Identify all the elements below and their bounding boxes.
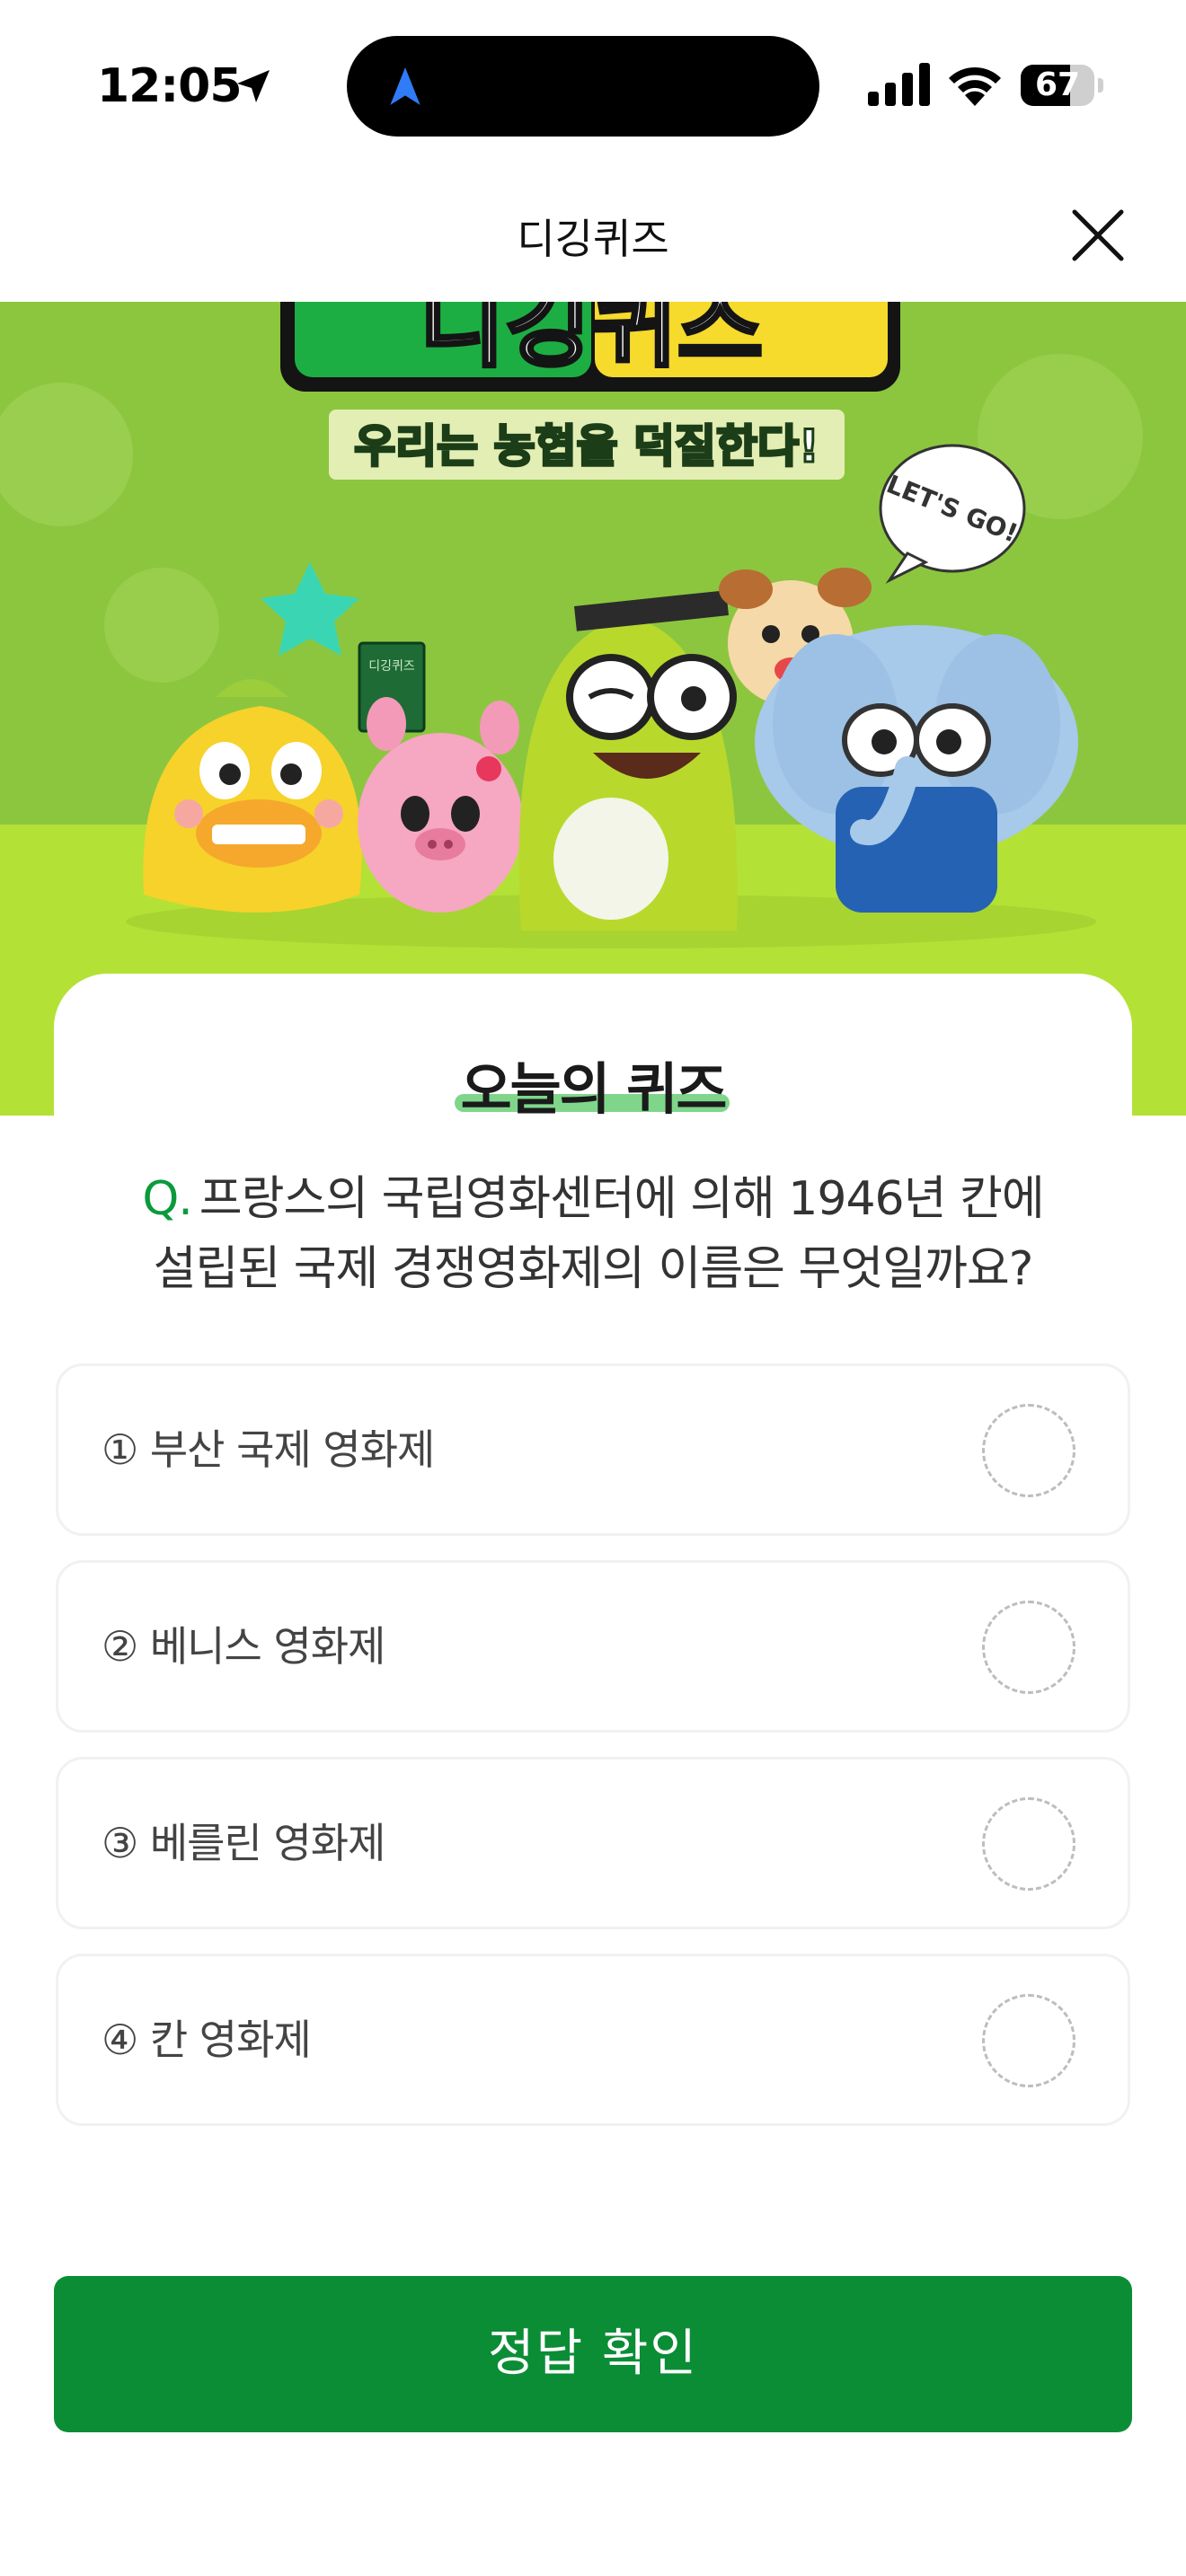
answer-option-label: ③ 베를린 영화제 bbox=[102, 1819, 385, 1867]
quiz-question: Q. 프랑스의 국립영화센터에 의해 1946년 칸에 설립된 국제 경쟁영화제의… bbox=[90, 1164, 1096, 1304]
signal-icon bbox=[868, 63, 930, 106]
radio-button[interactable] bbox=[982, 1797, 1075, 1891]
question-line-1: Q. 프랑스의 국립영화센터에 의해 1946년 칸에 bbox=[90, 1164, 1096, 1234]
answer-option-3[interactable]: ③ 베를린 영화제 bbox=[56, 1757, 1130, 1929]
answer-option-label: ① 부산 국제 영화제 bbox=[102, 1425, 435, 1474]
battery-icon: 67 bbox=[1021, 65, 1103, 106]
page-title: 디깅퀴즈 bbox=[517, 215, 669, 263]
battery-level: 67 bbox=[1034, 66, 1081, 103]
answer-option-4[interactable]: ④ 칸 영화제 bbox=[56, 1954, 1130, 2126]
radio-button[interactable] bbox=[982, 1404, 1075, 1497]
navigation-icon bbox=[390, 67, 420, 105]
dynamic-island bbox=[347, 36, 819, 137]
wifi-icon bbox=[949, 66, 1001, 106]
check-answer-button[interactable]: 정답 확인 bbox=[54, 2276, 1132, 2432]
quiz-card: 오늘의 퀴즈 bbox=[54, 974, 1132, 1122]
answer-option-2[interactable]: ② 베니스 영화제 bbox=[56, 1560, 1130, 1733]
answer-option-label: ② 베니스 영화제 bbox=[102, 1622, 385, 1671]
answer-option-label: ④ 칸 영화제 bbox=[102, 2016, 312, 2064]
question-line-1-text: 프랑스의 국립영화센터에 의해 1946년 칸에 bbox=[199, 1172, 1045, 1226]
radio-button[interactable] bbox=[982, 1601, 1075, 1694]
app-header: 디깅퀴즈 bbox=[0, 171, 1186, 302]
banner-logo-text: 디깅퀴즈 bbox=[420, 302, 764, 380]
banner-logo: 디깅퀴즈 bbox=[280, 302, 900, 392]
book-text: 디깅퀴즈 bbox=[368, 659, 415, 674]
location-arrow-icon bbox=[237, 70, 270, 102]
status-time: 12:05 bbox=[97, 59, 243, 113]
question-prefix: Q. bbox=[142, 1172, 192, 1226]
close-icon[interactable] bbox=[1066, 203, 1130, 268]
status-bar: 12:05 67 bbox=[0, 0, 1186, 171]
banner-slogan: 우리는 농협을 덕질한다! bbox=[354, 420, 819, 472]
radio-button[interactable] bbox=[982, 1994, 1075, 2087]
answer-option-1[interactable]: ① 부산 국제 영화제 bbox=[56, 1363, 1130, 1536]
section-title: 오늘의 퀴즈 bbox=[460, 1056, 728, 1122]
question-line-2: 설립된 국제 경쟁영화제의 이름은 무엇일까요? bbox=[153, 1242, 1034, 1296]
